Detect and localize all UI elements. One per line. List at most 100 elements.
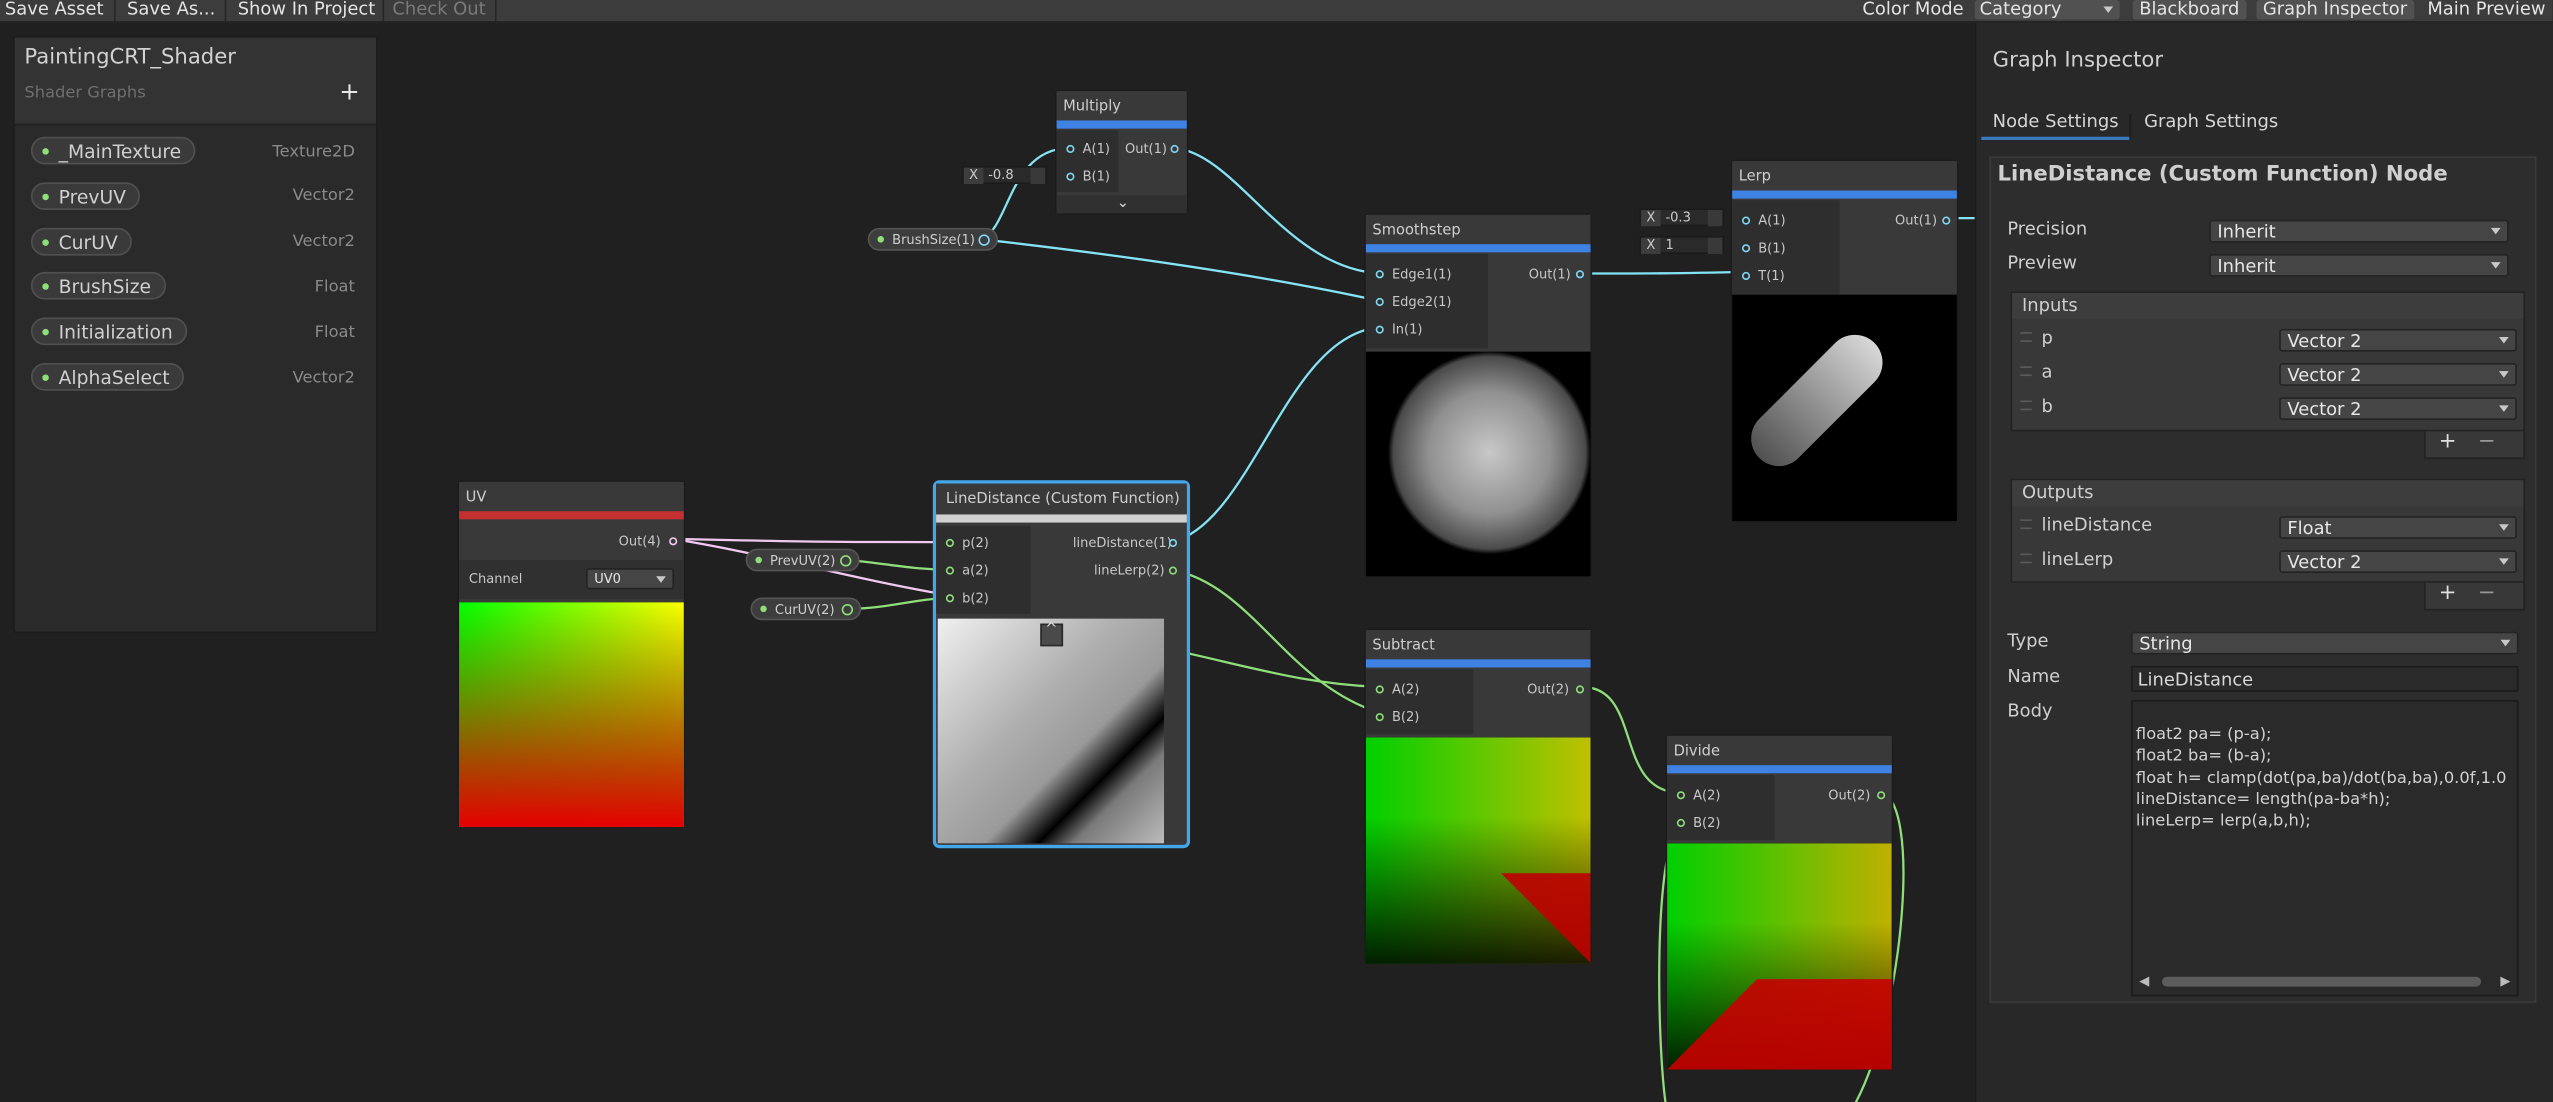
port-a-icon[interactable] (1676, 791, 1685, 800)
port-out-icon[interactable] (1170, 144, 1179, 154)
smoothstep-node[interactable]: Smoothstep Edge1(1) Edge2(1) In(1) Out(1… (1364, 213, 1593, 577)
input-type-dropdown[interactable]: Vector 2 (2279, 363, 2517, 386)
port-out-icon[interactable] (840, 555, 852, 567)
inputs-list: Inputs p Vector 2 a Vector 2 b Vector 2 (2010, 291, 2526, 432)
curuv-property-node[interactable]: CurUV(2) (750, 597, 862, 621)
add-output-button[interactable]: + (2439, 581, 2457, 605)
multiply-node[interactable]: Multiply A(1) B(1) Out(1) ⌄ (1054, 89, 1189, 215)
output-type-dropdown[interactable]: Vector 2 (2279, 550, 2517, 574)
property-type: Texture2D (272, 143, 355, 162)
node-preview-image (1365, 737, 1591, 964)
port-out-icon[interactable] (1575, 685, 1585, 694)
vector-dot-icon (42, 283, 49, 290)
prevuv-property-node[interactable]: PrevUV(2) (745, 548, 860, 572)
property-pill[interactable]: CurUV (30, 227, 133, 256)
output-type-dropdown[interactable]: Float (2279, 516, 2517, 539)
drag-handle-icon[interactable] (1030, 167, 1046, 184)
port-out-icon[interactable] (1575, 270, 1585, 279)
property-dot-icon (755, 556, 762, 564)
divide-node[interactable]: Divide A(2) B(2) Out(2) (1665, 734, 1894, 1070)
port-out-icon[interactable] (841, 603, 854, 616)
collapse-preview-button[interactable]: ^ (1040, 622, 1064, 647)
channel-dropdown[interactable]: UV0 (586, 568, 674, 590)
drag-handle-icon[interactable] (1707, 210, 1723, 227)
node-category-bar (1365, 244, 1591, 253)
type-dropdown[interactable]: String (2131, 631, 2519, 655)
port-t-icon[interactable] (1741, 271, 1751, 281)
chevron-down-icon (2498, 524, 2509, 531)
property-pill[interactable]: BrushSize (30, 271, 166, 300)
port-out-icon[interactable] (1168, 538, 1178, 548)
port-in-icon[interactable] (1375, 325, 1384, 334)
port-label: Edge2(1) (1391, 294, 1452, 310)
code-line: float2 pa= (p-a); (2135, 726, 2272, 744)
port-out-icon[interactable] (978, 234, 990, 246)
port-edge2-icon[interactable] (1375, 297, 1384, 307)
port-a-icon[interactable] (1741, 216, 1751, 225)
property-pill[interactable]: AlphaSelect (30, 363, 185, 391)
remove-input-button[interactable]: − (2478, 430, 2496, 454)
chevron-down-icon (2490, 262, 2501, 269)
node-category-bar (1667, 765, 1892, 774)
code-line: float h= clamp(dot(pa,ba)/dot(ba,ba),0.0… (2135, 769, 2507, 788)
port-p-icon[interactable] (945, 538, 955, 548)
linedistance-node[interactable]: LineDistance (Custom Function) ⌄ p(2) a(… (934, 481, 1189, 847)
property-pill[interactable]: PrevUV (30, 182, 141, 211)
port-label: lineLerp(2) (1094, 563, 1165, 578)
port-out-icon[interactable] (1168, 566, 1178, 575)
drag-grip-icon[interactable] (2020, 553, 2032, 564)
port-b-icon[interactable] (1676, 818, 1685, 828)
port-b-icon[interactable] (945, 594, 955, 603)
subtract-node[interactable]: Subtract A(2) B(2) Out(2) (1364, 628, 1593, 964)
x-label: X (1641, 237, 1661, 254)
name-input[interactable]: LineDistance (2131, 665, 2519, 692)
port-out-icon[interactable] (669, 537, 678, 546)
property-pill[interactable]: _MainTexture (30, 136, 196, 165)
drag-handle-icon[interactable] (1707, 237, 1723, 254)
lerp-a-value-field[interactable]: X -0.3 (1639, 208, 1725, 227)
precision-value: Inherit (2217, 221, 2276, 243)
collapse-preview-button[interactable]: ⌄ (1056, 195, 1187, 214)
port-label: B(2) (1693, 815, 1721, 831)
body-code-editor[interactable]: float2 pa= (p-a); float2 ba= (b-a); float … (2131, 700, 2519, 997)
vector-dot-icon (42, 328, 49, 336)
port-b-icon[interactable] (1741, 244, 1751, 253)
drag-grip-icon[interactable] (2020, 332, 2032, 342)
port-label: A(1) (1082, 141, 1110, 157)
drag-grip-icon[interactable] (2020, 519, 2032, 530)
blackboard-title: PaintingCRT_Shader (24, 45, 236, 71)
port-a-icon[interactable] (1375, 685, 1384, 694)
drag-grip-icon[interactable] (2020, 366, 2032, 377)
add-input-button[interactable]: + (2439, 430, 2457, 454)
horizontal-scrollbar[interactable]: ◀ ▶ (2139, 974, 2510, 990)
remove-output-button[interactable]: − (2478, 581, 2496, 605)
property-pill[interactable]: Initialization (30, 317, 188, 346)
brushsize-property-node[interactable]: BrushSize(1) (867, 227, 998, 251)
tab-graph-settings[interactable]: Graph Settings (2144, 111, 2278, 132)
scroll-left-icon[interactable]: ◀ (2139, 974, 2149, 989)
scrollbar-thumb[interactable] (2161, 976, 2482, 987)
port-b-icon[interactable] (1375, 713, 1384, 722)
port-out-icon[interactable] (1942, 216, 1951, 225)
lerp-node[interactable]: Lerp A(1) B(1) T(1) Out(1) (1730, 159, 1959, 523)
type-label: Type (2007, 630, 2049, 652)
add-property-button[interactable]: + (339, 77, 359, 106)
node-title: UV (459, 481, 684, 512)
port-a-icon[interactable] (1066, 144, 1075, 154)
port-b-icon[interactable] (1066, 172, 1075, 181)
tab-node-settings[interactable]: Node Settings (1993, 111, 2119, 132)
input-type-dropdown[interactable]: Vector 2 (2279, 328, 2517, 352)
drag-grip-icon[interactable] (2020, 400, 2032, 411)
port-out-icon[interactable] (1877, 791, 1886, 800)
preview-dropdown[interactable]: Inherit (2209, 253, 2509, 277)
port-edge1-icon[interactable] (1375, 270, 1384, 279)
property-type: Float (314, 323, 355, 342)
chevron-down-icon[interactable]: ⌄ (1165, 490, 1177, 506)
uv-node[interactable]: UV Out(4) Channel UV0 (457, 480, 686, 829)
scroll-right-icon[interactable]: ▶ (2500, 974, 2510, 989)
precision-dropdown[interactable]: Inherit (2209, 219, 2509, 243)
port-a-icon[interactable] (945, 566, 955, 575)
lerp-b-value-field[interactable]: X 1 (1639, 236, 1725, 254)
input-type-dropdown[interactable]: Vector 2 (2279, 397, 2517, 421)
multiply-b-value-field[interactable]: X -0.8 (962, 166, 1047, 184)
